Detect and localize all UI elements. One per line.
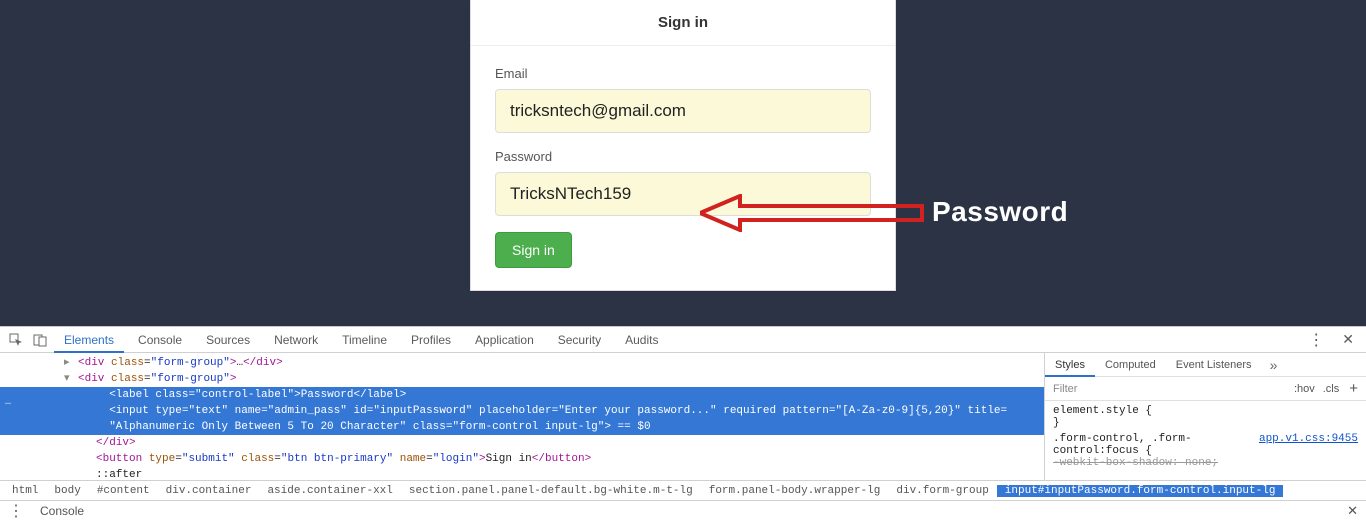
rule-selector: .form-control, .form-control:focus { — [1053, 433, 1192, 457]
crumb[interactable]: form.panel-body.wrapper-lg — [701, 485, 889, 497]
dom-line[interactable]: ::after — [0, 467, 1044, 480]
styles-tab-computed[interactable]: Computed — [1095, 353, 1166, 377]
styles-rules[interactable]: element.style { } app.v1.css:9455 .form-… — [1045, 401, 1366, 473]
styles-tab-eventlisteners[interactable]: Event Listeners — [1166, 353, 1262, 377]
crumb[interactable]: #content — [89, 485, 158, 497]
dom-line[interactable]: </div> — [0, 435, 1044, 451]
crumb[interactable]: div.form-group — [888, 485, 996, 497]
console-drawer: ⋮ Console ✕ — [0, 500, 1366, 520]
drawer-more-icon[interactable]: ⋮ — [0, 501, 32, 520]
password-label: Password — [495, 149, 871, 164]
tab-timeline[interactable]: Timeline — [332, 327, 397, 353]
signin-button[interactable]: Sign in — [495, 232, 572, 268]
styles-tabstrip: Styles Computed Event Listeners » — [1045, 353, 1366, 377]
tab-security[interactable]: Security — [548, 327, 611, 353]
tab-profiles[interactable]: Profiles — [401, 327, 461, 353]
styles-filter-label[interactable]: Filter — [1053, 383, 1077, 395]
crumb[interactable]: html — [4, 485, 46, 497]
signin-heading: Sign in — [471, 0, 895, 46]
styles-tab-styles[interactable]: Styles — [1045, 353, 1095, 377]
styles-add-rule-icon[interactable]: + — [1349, 380, 1358, 397]
crumb[interactable]: section.panel.panel-default.bg-white.m-t… — [401, 485, 701, 497]
crumb-selected[interactable]: input#inputPassword.form-control.input-l… — [997, 485, 1284, 497]
tab-audits[interactable]: Audits — [615, 327, 668, 353]
inspect-icon[interactable] — [6, 330, 26, 350]
devtools-more-icon[interactable]: ⋮ — [1300, 330, 1332, 350]
devtools-tabstrip: Elements Console Sources Network Timelin… — [0, 327, 1366, 353]
devtools: Elements Console Sources Network Timelin… — [0, 326, 1366, 520]
dom-line-selected[interactable]: <input type="text" name="admin_pass" id=… — [0, 403, 1044, 419]
rule-close: } — [1053, 417, 1358, 429]
dom-selection-gutter: … — [0, 387, 16, 419]
tab-network[interactable]: Network — [264, 327, 328, 353]
annotation-arrow-icon — [700, 194, 925, 232]
dom-breadcrumb[interactable]: html body #content div.container aside.c… — [0, 480, 1366, 500]
email-field[interactable] — [495, 89, 871, 133]
tab-application[interactable]: Application — [465, 327, 544, 353]
styles-pane: Styles Computed Event Listeners » Filter… — [1044, 353, 1366, 480]
crumb[interactable]: aside.container-xxl — [259, 485, 400, 497]
app-viewport: Sign in Email Password Sign in Password — [0, 0, 1366, 326]
rule-source-link[interactable]: app.v1.css:9455 — [1259, 433, 1358, 445]
styles-tabs-more-icon[interactable]: » — [1262, 357, 1286, 373]
tab-sources[interactable]: Sources — [196, 327, 260, 353]
drawer-close-icon[interactable]: ✕ — [1339, 503, 1366, 519]
tab-console[interactable]: Console — [128, 327, 192, 353]
email-label: Email — [495, 66, 871, 81]
crumb[interactable]: div.container — [158, 485, 260, 497]
dom-line[interactable]: ▸<div class="form-group">…</div> — [0, 355, 1044, 371]
styles-filter-bar: Filter :hov .cls + — [1045, 377, 1366, 401]
signin-body: Email Password Sign in — [471, 46, 895, 290]
dom-line[interactable]: ▾<div class="form-group"> — [0, 371, 1044, 387]
signin-panel: Sign in Email Password Sign in — [470, 0, 896, 291]
crumb[interactable]: body — [46, 485, 88, 497]
styles-hov-toggle[interactable]: :hov — [1294, 383, 1315, 395]
styles-cls-toggle[interactable]: .cls — [1323, 383, 1340, 395]
dom-line-selected[interactable]: "Alphanumeric Only Between 5 To 20 Chara… — [0, 419, 1044, 435]
devtools-main: … ▸<div class="form-group">…</div> ▾<div… — [0, 353, 1366, 480]
drawer-console-tab[interactable]: Console — [32, 504, 92, 518]
annotation-label: Password — [932, 196, 1068, 228]
dom-line[interactable]: <label class="control-label">Password</l… — [0, 387, 1044, 403]
rule-property[interactable]: -webkit-box-shadow: none; — [1053, 457, 1358, 469]
dom-line[interactable]: <button type="submit" class="btn btn-pri… — [0, 451, 1044, 467]
devtools-close-icon[interactable]: ✕ — [1336, 331, 1360, 348]
dom-tree[interactable]: … ▸<div class="form-group">…</div> ▾<div… — [0, 353, 1044, 480]
rule-selector: element.style { — [1053, 405, 1358, 417]
device-toggle-icon[interactable] — [30, 330, 50, 350]
tab-elements[interactable]: Elements — [54, 327, 124, 353]
